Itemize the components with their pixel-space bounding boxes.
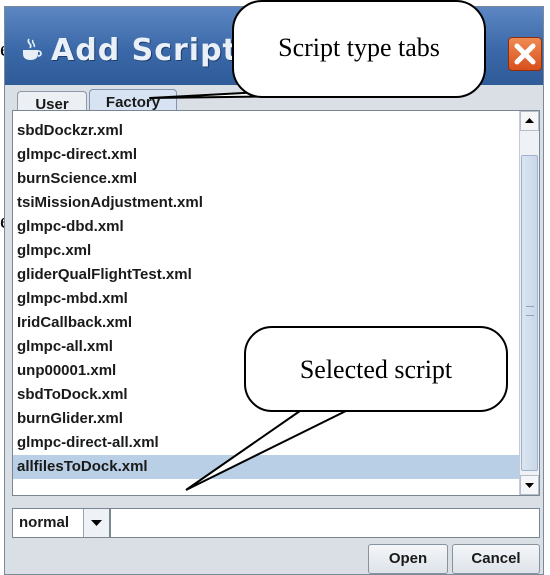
- scroll-up-button[interactable]: [520, 111, 539, 131]
- tabs-callout: Script type tabs: [232, 0, 486, 98]
- close-button[interactable]: [508, 37, 542, 71]
- selected-script-callout: Selected script: [244, 326, 508, 412]
- script-list[interactable]: sbdDockzr.xml glmpc-direct.xml burnScien…: [12, 110, 540, 496]
- list-scrollbar[interactable]: [519, 111, 539, 495]
- cancel-button[interactable]: Cancel: [452, 544, 540, 574]
- dropdown-button[interactable]: [83, 509, 109, 537]
- list-item[interactable]: glmpc-mbd.xml: [13, 287, 519, 311]
- open-button[interactable]: Open: [368, 544, 448, 574]
- list-item[interactable]: gliderQualFlightTest.xml: [13, 263, 519, 287]
- java-cup-icon: [19, 37, 43, 63]
- list-item[interactable]: glmpc-dbd.xml: [13, 215, 519, 239]
- list-item-selected[interactable]: allfilesToDock.xml: [13, 455, 519, 479]
- mode-dropdown[interactable]: normal: [12, 508, 110, 538]
- arrow-up-icon: [525, 118, 534, 123]
- mode-dropdown-value: normal: [19, 514, 70, 531]
- list-item[interactable]: sbdDockzr.xml: [13, 119, 519, 143]
- arrow-down-icon: [525, 483, 534, 488]
- scroll-down-button[interactable]: [520, 475, 539, 495]
- chevron-down-icon: [91, 520, 102, 526]
- scroll-thumb[interactable]: [521, 155, 538, 471]
- list-item[interactable]: burnScience.xml: [13, 167, 519, 191]
- window-title: Add Script: [51, 33, 238, 68]
- close-icon: [514, 43, 536, 65]
- list-item[interactable]: tsiMissionAdjustment.xml: [13, 191, 519, 215]
- list-item[interactable]: glmpc-direct.xml: [13, 143, 519, 167]
- script-name-field[interactable]: [110, 508, 540, 538]
- thumb-grip: [526, 306, 534, 316]
- list-item[interactable]: glmpc-direct-all.xml: [13, 431, 519, 455]
- list-item[interactable]: glmpc.xml: [13, 239, 519, 263]
